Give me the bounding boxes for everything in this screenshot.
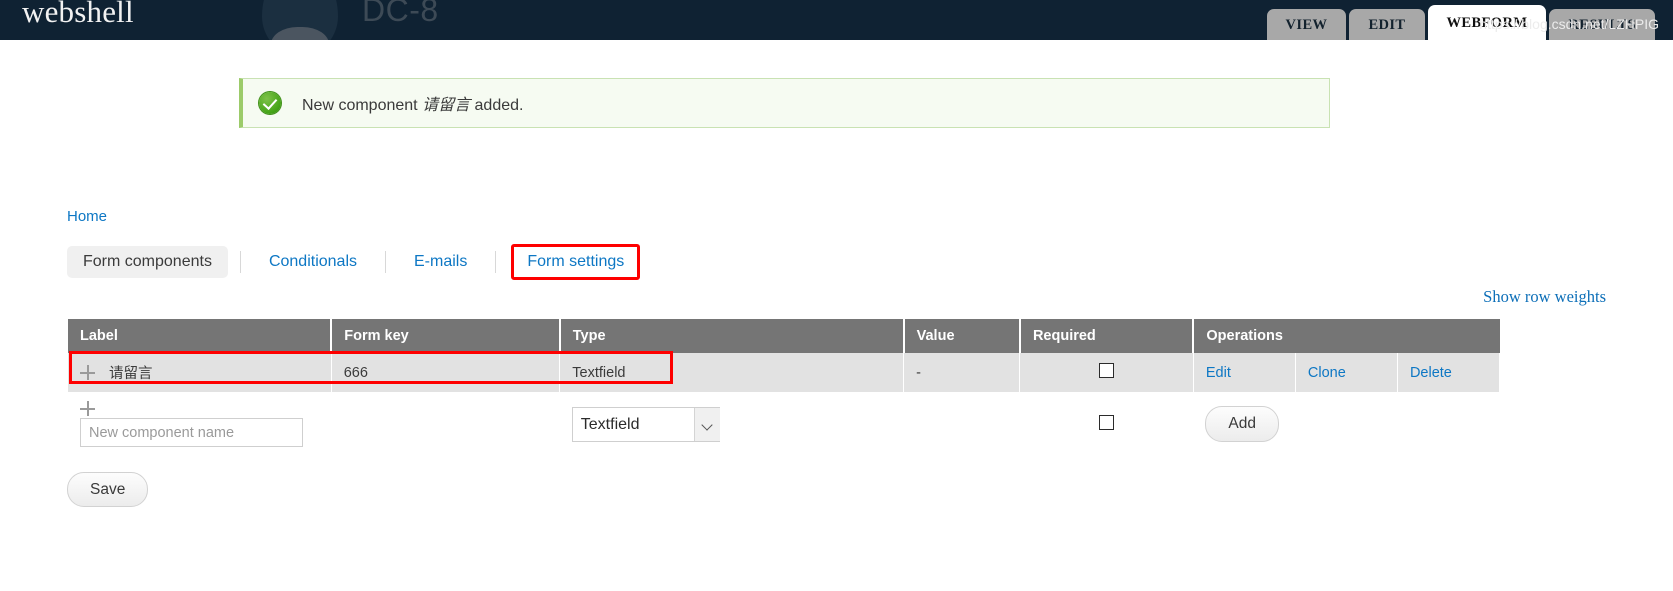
status-message-text: New component 请留言 added. [302,91,523,115]
cell-form-key: 666 [331,353,561,392]
new-component-type-select[interactable]: Textfield [571,406,720,442]
cell-operation-clone: Clone [1295,353,1398,392]
delete-link[interactable]: Delete [1410,365,1452,381]
cell-new-form-key [331,392,560,456]
site-title: DC-8 [362,0,439,28]
watermark: https://blog.csdn.net/LZHPIG [1479,16,1659,32]
component-label: 请留言 [109,366,153,382]
cell-operation-edit: Edit [1193,353,1296,392]
status-component-name: 请留言 [422,95,471,114]
tab-view[interactable]: VIEW [1266,8,1347,40]
clone-link[interactable]: Clone [1308,365,1346,381]
table-body: 请留言 666 Textfield - Edit Clone Delete Ne… [68,353,1501,456]
cell-type: Textfield [559,353,905,392]
success-check-icon [259,92,281,114]
webform-components-table: Label Form key Type Value Required Opera… [68,319,1501,456]
cell-operation-delete: Delete [1397,353,1501,392]
cell-value: - [903,353,1021,392]
tab-edit[interactable]: EDIT [1349,8,1425,40]
edit-link[interactable]: Edit [1206,365,1231,381]
status-text-after: added. [470,97,524,114]
cell-new-actions: Add [1193,392,1500,456]
column-header-label: Label [68,319,333,353]
cell-label: 请留言 [68,353,332,392]
save-button[interactable]: Save [67,472,149,508]
subtab-conditionals[interactable]: Conditionals [253,246,373,278]
form-actions: Save [67,472,149,508]
drag-handle-icon[interactable] [80,365,95,380]
breadcrumb: Home [67,208,107,225]
required-checkbox[interactable] [1099,363,1115,378]
subtab-form-settings[interactable]: Form settings [511,244,641,280]
cell-new-required [1019,392,1194,456]
column-header-value: Value [903,319,1021,353]
show-row-weights-link[interactable]: Show row weights [1483,287,1606,307]
status-text-before: New component [302,97,423,114]
site-name: webshell [22,0,134,29]
new-component-name-input[interactable] [80,418,303,447]
subtab-emails[interactable]: E-mails [398,246,483,278]
cell-required [1019,353,1194,392]
cell-new-value [903,392,1020,456]
tab-divider [385,251,386,273]
drupal-droplet-icon [262,0,338,40]
cell-new-name [68,392,332,456]
status-message: New component 请留言 added. [239,78,1330,128]
type-select-wrapper: Textfield [571,406,720,442]
drag-handle-icon[interactable] [80,401,95,416]
site-header: webshell DC-8 VIEW EDIT WEBFORM RESULTS [0,0,1673,40]
add-button[interactable]: Add [1205,406,1279,442]
column-header-operations: Operations [1193,319,1500,353]
cell-new-type: Textfield [559,392,904,456]
column-header-type: Type [559,319,905,353]
new-component-row: Textfield Add [68,392,1500,456]
breadcrumb-home-link[interactable]: Home [67,208,107,225]
table-head: Label Form key Type Value Required Opera… [68,319,1500,353]
secondary-tabs: Form components Conditionals E-mails For… [67,243,641,281]
column-header-required: Required [1019,319,1195,353]
table-header-row: Label Form key Type Value Required Opera… [68,319,1500,353]
column-header-form-key: Form key [331,319,561,353]
new-required-checkbox[interactable] [1099,414,1115,430]
table-row: 请留言 666 Textfield - Edit Clone Delete [68,353,1501,392]
subtab-form-components[interactable]: Form components [67,246,228,278]
tab-divider [495,251,497,273]
tab-divider [239,251,241,273]
